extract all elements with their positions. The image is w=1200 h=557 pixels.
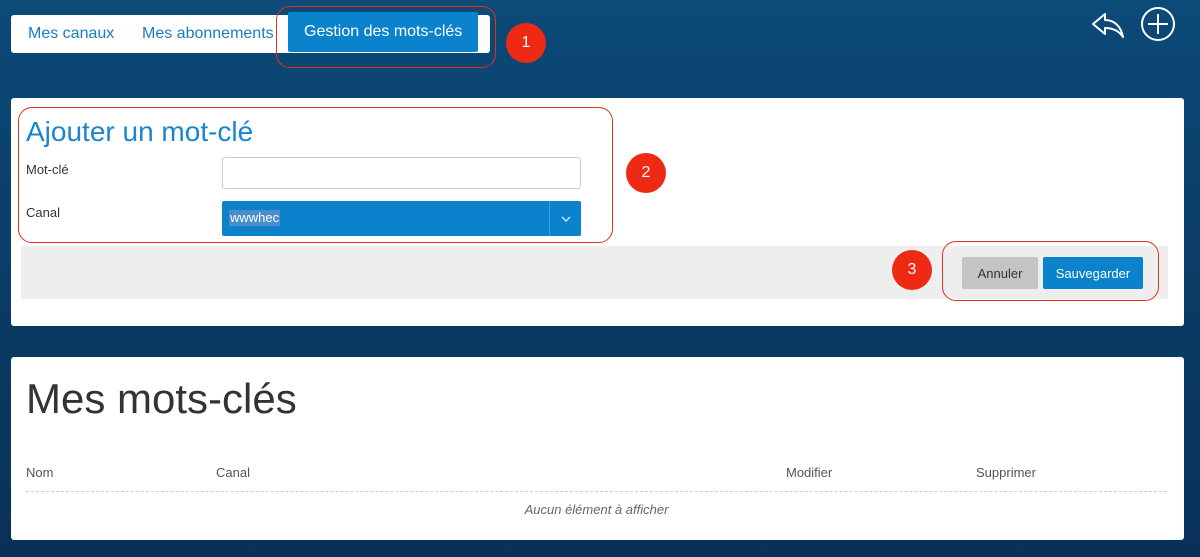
empty-table-message: Aucun élément à afficher: [524, 502, 669, 517]
column-header-modifier: Modifier: [786, 465, 833, 480]
annotation-box-2: [18, 107, 613, 243]
column-header-canal[interactable]: Canal: [216, 465, 250, 480]
list-title: Mes mots-clés: [26, 375, 297, 422]
reply-icon[interactable]: [1090, 6, 1126, 42]
column-header-nom[interactable]: Nom: [26, 465, 53, 480]
column-header-supprimer: Supprimer: [976, 465, 1036, 480]
annotation-marker-3: 3: [892, 250, 932, 290]
keywords-list-panel: Mes mots-clés Nom Canal Modifier Supprim…: [11, 357, 1184, 540]
tab-mes-abonnements[interactable]: Mes abonnements: [142, 15, 274, 53]
tab-mes-canaux[interactable]: Mes canaux: [28, 15, 114, 53]
annotation-box-3: [942, 241, 1159, 301]
plus-circle-icon[interactable]: [1140, 6, 1176, 42]
annotation-marker-1: 1: [506, 23, 546, 63]
annotation-marker-2: 2: [626, 153, 666, 193]
table-divider: [26, 491, 1167, 492]
annotation-box-1: [276, 6, 496, 68]
top-actions: [1090, 6, 1176, 42]
